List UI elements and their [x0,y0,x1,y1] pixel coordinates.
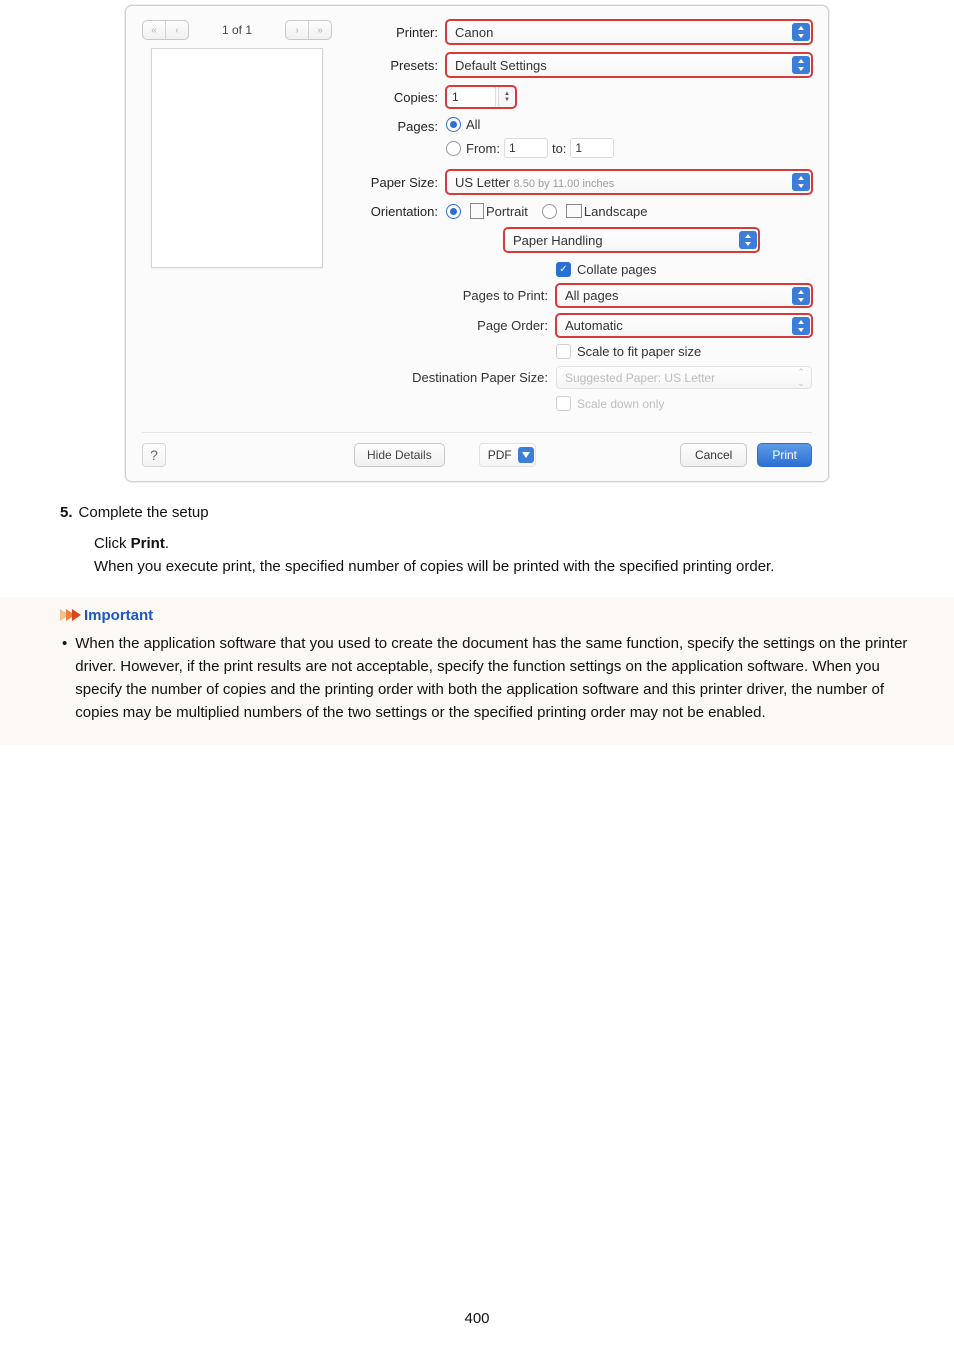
landscape-icon [566,204,582,218]
updown-icon [792,56,810,74]
first-page-icon: « [143,21,165,39]
pages-all-label: All [466,117,480,132]
orientation-portrait-radio[interactable]: Portrait [446,203,528,219]
page-number: 400 [0,1310,954,1327]
pages-all-radio[interactable]: All [446,117,618,132]
papersize-dim: 8.50 by 11.00 inches [514,178,615,190]
updown-icon [792,287,810,305]
check-icon [556,344,571,359]
papersize-label: Paper Size: [354,175,446,190]
printer-select[interactable]: Canon [446,20,812,44]
pages-to-print-value: All pages [565,288,618,303]
scale-fit-label: Scale to fit paper size [577,344,701,359]
pages-to-print-label: Pages to Print: [354,288,556,303]
page-indicator: 1 of 1 [222,23,252,37]
important-callout: Important • When the application softwar… [0,597,954,745]
collate-label: Collate pages [577,262,657,277]
printer-label: Printer: [354,25,446,40]
scale-fit-checkbox[interactable]: Scale to fit paper size [556,344,701,359]
scale-down-label: Scale down only [577,397,664,411]
dest-paper-select: Suggested Paper: US Letter ⌃⌄ [556,366,812,389]
help-button[interactable]: ? [142,443,166,467]
pages-from-input[interactable]: 1 [504,138,548,158]
check-icon [556,396,571,411]
orientation-portrait-label: Portrait [486,204,528,219]
orientation-landscape-label: Landscape [584,204,648,219]
updown-icon [792,23,810,41]
radio-icon [446,141,461,156]
pages-to-input[interactable]: 1 [570,138,614,158]
radio-icon [446,117,461,132]
cancel-button[interactable]: Cancel [680,443,747,467]
prev-page-nav[interactable]: « ‹ [142,20,189,40]
step-instruction: Click Print. [94,535,894,552]
radio-icon [446,204,461,219]
pdf-label: PDF [488,448,512,462]
pdf-menu[interactable]: PDF [479,443,536,467]
presets-value: Default Settings [455,58,547,73]
radio-icon [542,204,557,219]
updown-icon [792,317,810,335]
last-page-icon: » [308,21,331,39]
step-description: When you execute print, the specified nu… [94,556,894,579]
collate-checkbox[interactable]: ✓ Collate pages [556,262,657,277]
print-button[interactable]: Print [757,443,812,467]
pages-to-label: to: [552,141,566,156]
section-value: Paper Handling [513,233,603,248]
next-page-icon: › [286,21,308,39]
page-thumbnail [151,48,323,268]
stepper-arrows-icon: ▲▼ [498,86,516,108]
orientation-label: Orientation: [354,204,446,219]
presets-label: Presets: [354,58,446,73]
page-order-select[interactable]: Automatic [556,314,812,337]
copies-label: Copies: [354,90,446,105]
step-title: Complete the setup [79,504,209,521]
prev-page-icon: ‹ [165,21,188,39]
orientation-landscape-radio[interactable]: Landscape [542,204,648,219]
pages-label: Pages: [354,117,446,134]
portrait-icon [470,203,484,219]
updown-icon: ⌃⌄ [792,367,810,389]
important-icon [60,609,78,621]
updown-icon [739,231,757,249]
preview-pane: « ‹ 1 of 1 › » [142,20,332,418]
check-icon: ✓ [556,262,571,277]
dest-paper-value: Suggested Paper: US Letter [565,371,715,385]
page-order-label: Page Order: [354,318,556,333]
step-number: 5. [60,504,73,521]
dest-paper-label: Destination Paper Size: [354,370,556,385]
pages-from-label: From: [466,141,500,156]
pages-to-print-select[interactable]: All pages [556,284,812,307]
pages-range-radio[interactable]: From: 1 to: 1 [446,138,618,158]
hide-details-button[interactable]: Hide Details [354,443,445,467]
printer-value: Canon [455,25,493,40]
scale-down-checkbox: Scale down only [556,396,664,411]
next-page-nav[interactable]: › » [285,20,332,40]
page-order-value: Automatic [565,318,623,333]
chevron-down-icon [518,447,534,463]
copies-stepper[interactable]: 1 ▲▼ [446,86,516,108]
document-body: 5. Complete the setup Click Print. When … [40,482,914,579]
papersize-value: US Letter [455,175,510,190]
print-dialog: « ‹ 1 of 1 › » Printer: Canon Pres [125,5,829,482]
important-text: When the application software that you u… [75,632,914,725]
bullet-icon: • [62,632,67,725]
important-heading: Important [84,607,153,624]
papersize-select[interactable]: US Letter 8.50 by 11.00 inches [446,170,812,194]
updown-icon [792,173,810,191]
presets-select[interactable]: Default Settings [446,53,812,77]
section-select[interactable]: Paper Handling [504,228,759,252]
copies-input[interactable]: 1 [446,86,496,108]
